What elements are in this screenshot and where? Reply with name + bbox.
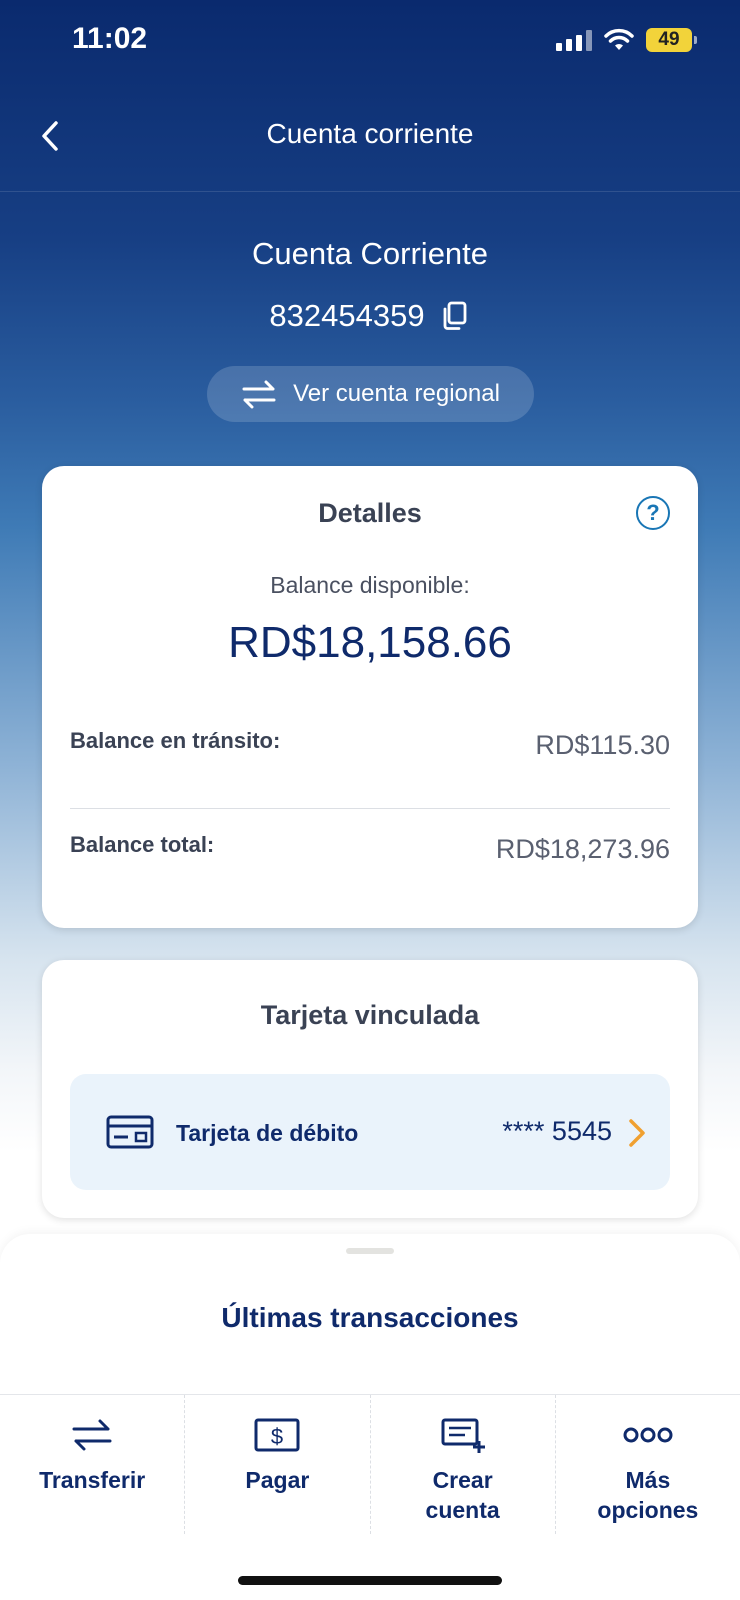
account-name: Cuenta Corriente: [251, 236, 489, 271]
debit-card-label: Tarjeta de débito: [176, 1120, 359, 1146]
view-regional-account-button[interactable]: Ver cuenta regional: [207, 366, 534, 422]
svg-text:$: $: [271, 1424, 283, 1449]
status-time: 11:02: [72, 22, 148, 55]
tab-more-options-label: Más opciones: [597, 1467, 699, 1523]
available-balance-value: RD$18,158.66: [228, 618, 512, 667]
transit-balance-value: RD$115.30: [535, 730, 670, 760]
total-balance-label: Balance total:: [70, 832, 215, 857]
status-icons: 49: [556, 28, 697, 52]
copy-icon: [443, 301, 466, 330]
debit-card-number: **** 5545: [502, 1116, 612, 1146]
copy-button[interactable]: [441, 300, 471, 332]
tab-transfer-label: Transferir: [39, 1467, 146, 1493]
sheet-drag-handle[interactable]: [346, 1248, 394, 1254]
page-title: Cuenta corriente: [266, 118, 474, 149]
swap-arrows-icon: [242, 380, 276, 409]
linked-card-title: Tarjeta vinculada: [260, 1000, 480, 1030]
divider: [70, 808, 670, 809]
view-regional-account-label: Ver cuenta regional: [293, 380, 500, 407]
linked-card-section: Tarjeta vinculada Tarjeta de débito ****…: [42, 960, 698, 1218]
account-number: 832454359: [269, 298, 425, 333]
recent-transactions-title: Últimas transacciones: [221, 1302, 519, 1333]
account-number-row: 832454359: [0, 298, 740, 334]
nav-bar: Cuenta corriente: [0, 84, 740, 192]
battery-icon: 49: [646, 28, 697, 52]
create-account-icon: [441, 1418, 485, 1453]
tab-create-account[interactable]: Crear cuenta: [369, 1395, 555, 1534]
tab-create-account-label: Crear cuenta: [425, 1467, 500, 1523]
total-balance-value: RD$18,273.96: [495, 834, 670, 864]
available-balance-label: Balance disponible:: [270, 572, 470, 598]
question-icon: ?: [646, 500, 660, 525]
details-card: Detalles ? Balance disponible: RD$18,158…: [42, 466, 698, 928]
credit-card-icon: [106, 1115, 154, 1149]
more-icon: [623, 1427, 673, 1443]
tab-pay-label: Pagar: [245, 1467, 310, 1493]
transactions-sheet: Últimas transacciones: [0, 1234, 740, 1394]
cellular-signal-icon: [556, 29, 592, 51]
action-bar: Transferir $ Pagar Crear cuenta Más opci…: [0, 1394, 740, 1534]
tab-more-options[interactable]: Más opciones: [554, 1395, 740, 1534]
home-indicator[interactable]: [238, 1576, 502, 1585]
transfer-icon: [72, 1419, 112, 1451]
debit-card-row[interactable]: Tarjeta de débito **** 5545: [70, 1074, 670, 1190]
tab-pay[interactable]: $ Pagar: [184, 1395, 369, 1534]
chevron-right-icon: [629, 1119, 645, 1147]
details-title: Detalles: [318, 498, 422, 528]
help-button[interactable]: ?: [636, 496, 670, 530]
pay-icon: $: [254, 1418, 300, 1452]
transit-balance-label: Balance en tránsito:: [70, 728, 281, 753]
wifi-icon: [604, 28, 634, 50]
status-bar: 11:02 49: [0, 0, 740, 84]
tab-transfer[interactable]: Transferir: [0, 1395, 184, 1534]
